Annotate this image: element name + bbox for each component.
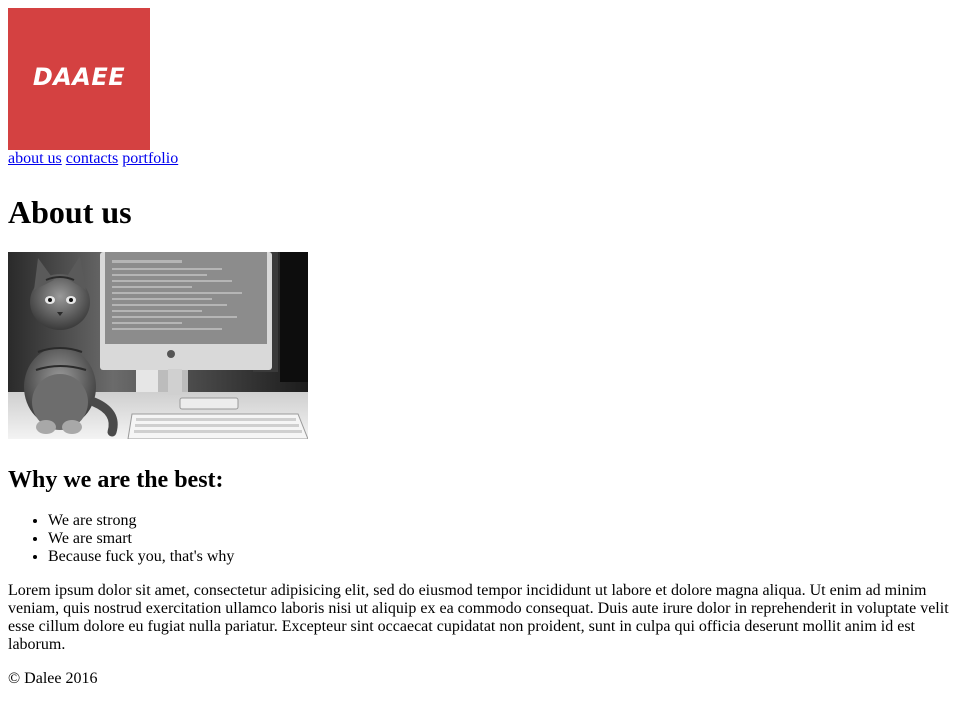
body-paragraph: Lorem ipsum dolor sit amet, consectetur … (8, 582, 949, 653)
list-item: Because fuck you, that's why (48, 548, 234, 566)
nav-link-contacts[interactable]: contacts (66, 150, 118, 167)
footer-copyright: © Dalee 2016 (8, 670, 98, 687)
reasons-list: We are strong We are smart Because fuck … (8, 512, 234, 566)
nav-link-about-us[interactable]: about us (8, 150, 62, 167)
nav-bar: about us contacts portfolio (8, 150, 954, 168)
cat-photo-icon (8, 252, 308, 439)
page: DAAEE about us contacts portfolio About … (8, 8, 954, 687)
nav-link-portfolio[interactable]: portfolio (122, 150, 178, 167)
page-title: About us (8, 194, 132, 230)
logo-text: DAAEE (32, 63, 126, 91)
logo[interactable]: DAAEE (8, 8, 150, 150)
cat-photo (8, 252, 308, 439)
list-item: We are smart (48, 530, 234, 548)
list-item: We are strong (48, 512, 234, 530)
section-subtitle: Why we are the best: (8, 467, 224, 493)
